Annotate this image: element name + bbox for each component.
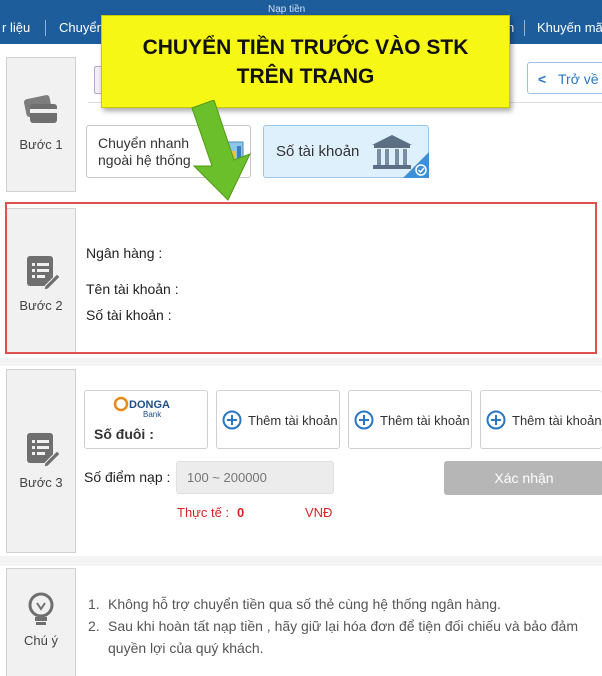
amount-input[interactable] [176, 461, 334, 494]
step-1-box: Bước 1 [6, 57, 76, 192]
donga-bank-logo-icon [113, 396, 129, 412]
add-account-label: Thêm tài khoản [380, 413, 470, 428]
method-fast-line1: Chuyển nhanh [98, 135, 190, 151]
add-account-label: Thêm tài khoản [512, 413, 602, 428]
arrow-down-icon [191, 100, 251, 201]
step-3-label: Bước 3 [19, 475, 63, 490]
highlight-frame [5, 202, 597, 354]
nav-item-data[interactable]: r liệu [2, 20, 30, 35]
suffix-label: Số đuôi : [94, 426, 154, 442]
lightbulb-icon [28, 592, 54, 625]
points-label: Số điểm nạp : [84, 469, 171, 485]
actual-value: 0 [237, 505, 245, 520]
nav-separator [524, 20, 525, 36]
add-account-label: Thêm tài khoản [248, 413, 338, 428]
plus-circle-icon [486, 410, 506, 430]
section-gap [0, 358, 602, 366]
note-label: Chú ý [24, 633, 58, 648]
add-account-button-3[interactable]: Thêm tài khoản [480, 390, 602, 449]
add-account-button-2[interactable]: Thêm tài khoản [348, 390, 472, 449]
note-text: Sau khi hoàn tất nạp tiền , hãy giữ lại … [108, 618, 578, 656]
note-text: Không hỗ trợ chuyển tiền qua số thẻ cùng… [108, 596, 501, 612]
notes-list: 1. Không hỗ trợ chuyển tiền qua số thẻ c… [88, 593, 602, 659]
note-number: 2. [88, 618, 100, 634]
method-fast-line2: ngoài hệ thống [98, 152, 191, 168]
add-account-button-1[interactable]: Thêm tài khoản [216, 390, 340, 449]
plus-circle-icon [222, 410, 242, 430]
method-account-number[interactable]: Số tài khoản [263, 125, 429, 178]
currency-label: VNĐ [305, 505, 333, 520]
nav-item-transfer[interactable]: Chuyển [59, 20, 104, 35]
back-button-label: Trở về [558, 71, 599, 87]
chevron-left-icon: < [538, 71, 547, 87]
banner-line-1: CHUYỂN TIỀN TRƯỚC VÀO STK [142, 35, 469, 59]
actual-label: Thực tế : [177, 505, 230, 520]
plus-circle-icon [354, 410, 374, 430]
nav-item-promotion[interactable]: Khuyến mã [537, 20, 602, 35]
step-3-box: Bước 3 [6, 369, 76, 553]
banner-line-2: TRÊN TRANG [236, 64, 375, 88]
section-gap [0, 556, 602, 566]
selected-check-icon [403, 152, 429, 178]
instruction-banner: CHUYỂN TIỀN TRƯỚC VÀO STK TRÊN TRANG [101, 15, 510, 108]
confirm-button[interactable]: Xác nhận [444, 461, 602, 495]
note-box: Chú ý [6, 568, 76, 676]
card-icon [23, 95, 57, 123]
back-button[interactable]: < Trở về [527, 62, 602, 94]
note-item: 1. Không hỗ trợ chuyển tiền qua số thẻ c… [88, 593, 602, 615]
bank-logo-sub: Bank [143, 410, 162, 419]
edit-form-icon [27, 433, 61, 468]
step-1-label: Bước 1 [19, 137, 63, 152]
method-account-label: Số tài khoản [276, 143, 360, 160]
nav-separator [45, 20, 46, 36]
note-item: 2. Sau khi hoàn tất nạp tiền , hãy giữ l… [88, 615, 602, 659]
top-nav-overflow-text: Nạp tiền [268, 4, 306, 15]
note-number: 1. [88, 596, 100, 612]
bank-card-donga[interactable]: DONGA Bank Số đuôi : [84, 390, 208, 449]
